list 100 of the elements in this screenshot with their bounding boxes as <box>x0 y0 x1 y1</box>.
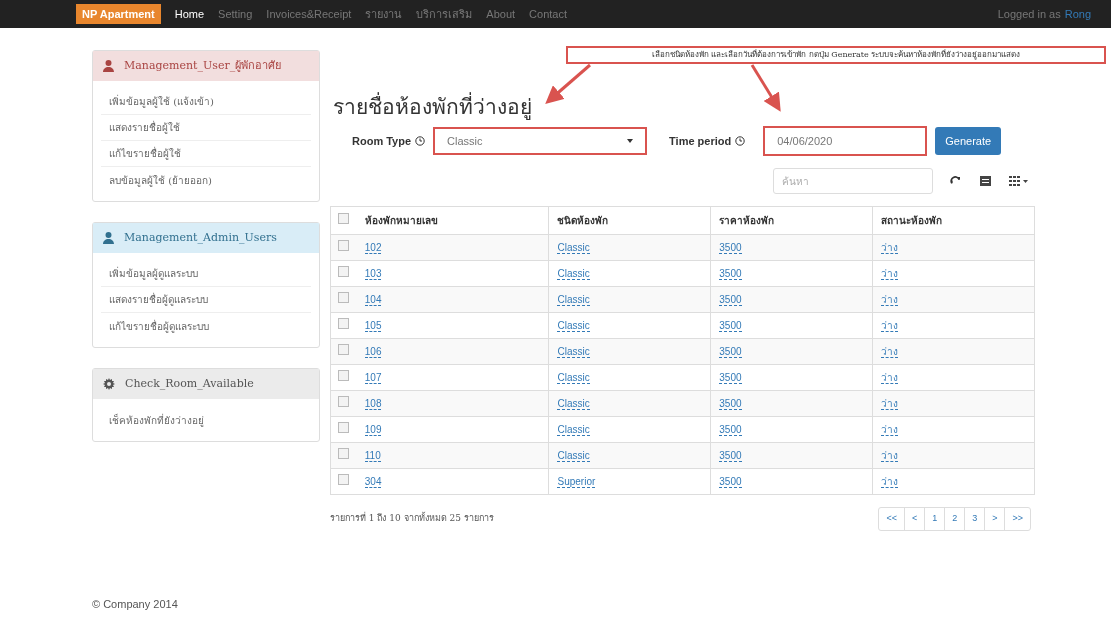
column-header: ชนิดห้องพัก <box>548 206 711 235</box>
brand-link[interactable]: NP Apartment <box>76 3 161 25</box>
editable-link[interactable]: Classic <box>557 242 590 254</box>
row-checkbox[interactable] <box>338 344 350 355</box>
editable-link[interactable]: 107 <box>364 372 382 384</box>
row-checkbox[interactable] <box>338 370 350 381</box>
sidebar-item[interactable]: เพิ่มข้อมูลผู้ดูแลระบบ <box>101 261 311 287</box>
column-header: ราคาห้องพัก <box>710 206 873 235</box>
page-link[interactable]: 2 <box>944 508 965 530</box>
editable-link[interactable]: 304 <box>364 476 382 488</box>
editable-link[interactable]: Classic <box>557 294 590 306</box>
row-checkbox[interactable] <box>338 474 350 485</box>
editable-link[interactable]: ว่าง <box>881 450 899 462</box>
sidebar-item[interactable]: แสดงรายชื่อผู้ดูแลระบบ <box>101 287 311 313</box>
row-checkbox[interactable] <box>338 448 350 459</box>
editable-link[interactable]: ว่าง <box>881 320 899 332</box>
editable-link[interactable]: Classic <box>557 268 590 280</box>
editable-link[interactable]: Classic <box>557 346 590 358</box>
editable-link[interactable]: 3500 <box>719 294 742 306</box>
table-info: รายการที่ 1 ถึง 10 จากทั้งหมด 25 รายการ <box>330 512 494 526</box>
refresh-icon <box>949 175 961 187</box>
clock-icon <box>735 136 746 146</box>
editable-link[interactable]: 3500 <box>719 320 742 332</box>
editable-link[interactable]: ว่าง <box>881 424 899 436</box>
user-icon <box>103 232 114 244</box>
editable-link[interactable]: 103 <box>364 268 382 280</box>
list-icon <box>979 176 991 186</box>
row-checkbox[interactable] <box>338 422 350 433</box>
editable-link[interactable]: Classic <box>557 372 590 384</box>
row-checkbox[interactable] <box>338 240 350 251</box>
grid-icon <box>1008 176 1020 186</box>
editable-link[interactable]: 102 <box>364 242 382 254</box>
page-link[interactable]: >> <box>1004 508 1030 530</box>
search-field[interactable]: ค้นหา <box>773 168 933 194</box>
sidebar-item[interactable]: แสดงรายชื่อผู้ใช้ <box>101 115 311 141</box>
room-type-label: Room Type <box>352 133 412 149</box>
editable-link[interactable]: 110 <box>364 450 381 462</box>
editable-link[interactable]: Classic <box>557 320 590 332</box>
clock-icon <box>415 136 426 146</box>
editable-link[interactable]: 3500 <box>719 398 742 410</box>
editable-link[interactable]: Classic <box>557 450 590 462</box>
page-link[interactable]: > <box>984 508 1005 530</box>
sidebar-item[interactable]: แก้ไขรายชื่อผู้ใช้ <box>101 141 311 167</box>
editable-link[interactable]: Classic <box>557 398 590 410</box>
generate-button[interactable]: Generate <box>935 127 1002 155</box>
page-link[interactable]: 3 <box>964 508 985 530</box>
user-icon <box>103 60 114 72</box>
editable-link[interactable]: Classic <box>557 424 590 436</box>
sidebar-item[interactable]: ลบข้อมูลผู้ใช้ (ย้ายออก) <box>101 167 311 193</box>
editable-link[interactable]: 109 <box>364 424 382 436</box>
editable-link[interactable]: 104 <box>364 294 382 306</box>
nav-link[interactable]: บริการเสริม <box>416 5 473 23</box>
editable-link[interactable]: 3500 <box>719 242 742 254</box>
editable-link[interactable]: 3500 <box>719 372 742 384</box>
date-field[interactable]: 04/06/2020 <box>763 126 928 156</box>
nav-link[interactable]: Contact <box>529 5 567 23</box>
sidebar-item[interactable]: แก้ไขรายชื่อผู้ดูแลระบบ <box>101 313 311 339</box>
editable-link[interactable]: 3500 <box>719 476 742 488</box>
page-title: รายชื่อห้องพักที่ว่างอยู่ <box>333 94 1035 120</box>
row-checkbox[interactable] <box>338 213 350 224</box>
nav-link[interactable]: รายงาน <box>365 5 403 23</box>
editable-link[interactable]: ว่าง <box>881 398 899 410</box>
editable-link[interactable]: 3500 <box>719 346 742 358</box>
user-link[interactable]: Rong <box>1064 5 1091 23</box>
editable-link[interactable]: 108 <box>364 398 382 410</box>
sidebar-item[interactable]: เช็คห้องพักที่ยังว่างอยู่ <box>101 407 311 433</box>
editable-link[interactable]: 3500 <box>719 424 742 436</box>
editable-link[interactable]: ว่าง <box>881 294 899 306</box>
row-checkbox[interactable] <box>338 266 350 277</box>
logged-in-label: Logged in as <box>997 6 1061 22</box>
row-checkbox[interactable] <box>338 318 350 329</box>
editable-link[interactable]: ว่าง <box>881 268 899 280</box>
callout-box: เลือกชนิดห้องพัก และเลือกวันที่ต้องการเข้าพัก กดปุ่ม Generate ระบบจะค้นหาห้องพักที่ยังว่างอยู่ออกมาแสดง <box>566 46 1106 64</box>
page-link[interactable]: 1 <box>924 508 945 530</box>
nav-link[interactable]: Invoices&Receipt <box>266 5 352 23</box>
caret-icon <box>1022 179 1028 183</box>
editable-link[interactable]: ว่าง <box>881 372 899 384</box>
nav-link[interactable]: Setting <box>218 5 253 23</box>
page-link[interactable]: < <box>903 508 925 530</box>
panel-title: Management_User_ผู้พักอาศัย <box>124 57 282 74</box>
editable-link[interactable]: ว่าง <box>881 242 899 254</box>
room-type-select[interactable]: Classic <box>433 127 648 155</box>
editable-link[interactable]: Superior <box>557 476 596 488</box>
editable-link[interactable]: 3500 <box>719 268 742 280</box>
callout-arrow <box>750 64 781 112</box>
editable-link[interactable]: 3500 <box>719 450 742 462</box>
footer-text: © Company 2014 <box>92 597 178 612</box>
row-checkbox[interactable] <box>338 396 350 407</box>
time-period-label: Time period <box>669 133 732 149</box>
nav-link[interactable]: Home <box>174 5 205 23</box>
callout-arrow <box>545 63 591 104</box>
page-link[interactable]: << <box>879 508 904 530</box>
editable-link[interactable]: ว่าง <box>881 346 899 358</box>
editable-link[interactable]: 105 <box>364 320 382 332</box>
column-header: ห้องพักหมายเลข <box>356 206 549 235</box>
nav-link[interactable]: About <box>486 5 516 23</box>
sidebar-item[interactable]: เพิ่มข้อมูลผู้ใช้ (แจ้งเข้า) <box>101 89 311 115</box>
row-checkbox[interactable] <box>338 292 350 303</box>
editable-link[interactable]: ว่าง <box>881 476 899 488</box>
editable-link[interactable]: 106 <box>364 346 382 358</box>
